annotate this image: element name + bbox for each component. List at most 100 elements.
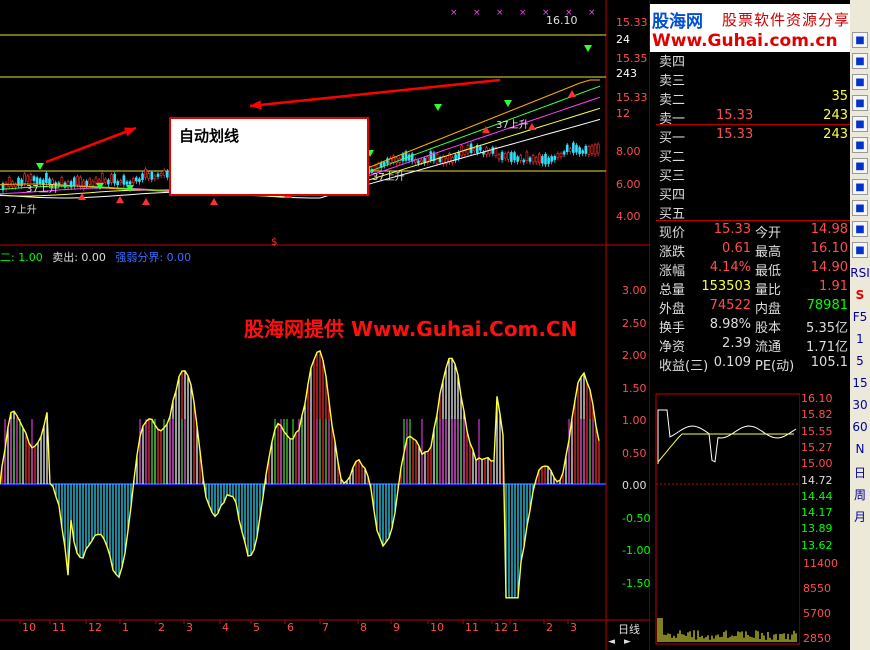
candle-body: [154, 176, 156, 179]
toolbar-button[interactable]: 30: [850, 398, 870, 412]
stat-label: 内盘: [755, 298, 781, 317]
candle-body: [104, 179, 106, 182]
mini-volume-label: 2850: [803, 632, 831, 645]
toolbar-button[interactable]: 月: [850, 508, 870, 525]
crosshair-icon[interactable]: ■: [852, 221, 868, 237]
candle-body: [551, 156, 553, 161]
bar-chart-icon[interactable]: ■: [852, 32, 868, 48]
order-row-sell: 卖二 35: [656, 89, 850, 108]
indicator-tick: 0.50: [622, 447, 647, 460]
book-icon[interactable]: ■: [852, 95, 868, 111]
logo-tagline: 股票软件资源分享: [722, 9, 850, 30]
candle-body: [123, 176, 125, 185]
tab-daily[interactable]: 日线: [618, 621, 640, 637]
mini-price-label: 13.89: [801, 522, 833, 535]
Fiz-icon[interactable]: ■: [852, 158, 868, 174]
month-label: 4: [222, 621, 229, 634]
candle-body: [498, 155, 500, 159]
toolbar-button[interactable]: RSI: [850, 266, 870, 280]
right-toolbar: ■ ■ ■ ■ ■ ■ ■ ■ ■ ■ ■ RSI S F5 1 5 15 30 60 N 日周月: [850, 0, 870, 650]
month-label: 3: [570, 621, 577, 634]
mini-volume-label: 8550: [803, 582, 831, 595]
candle-body: [98, 180, 100, 183]
indicator-tick: 1.50: [622, 382, 647, 395]
quote-stat-row: 涨幅 4.14% 最低 14.90: [656, 260, 850, 279]
toolbar-button[interactable]: 1: [850, 332, 870, 346]
logo-url: Www.Guhai.com.cn: [652, 31, 838, 51]
month-label: 9: [393, 621, 400, 634]
candle-body: [129, 182, 131, 185]
month-label: 7: [322, 621, 329, 634]
candle-body: [39, 179, 41, 184]
month-label: 2: [158, 621, 165, 634]
order-label: 卖三: [659, 70, 685, 89]
chart-area[interactable]: × × × × × × × 37上升 37上升 37上升 37上升 16.10 $ 15.33 24 15.…: [0, 0, 606, 650]
buy-value-label: 二: 1.00: [0, 251, 43, 264]
month-label: 12: [88, 621, 102, 634]
candle-body: [92, 181, 94, 185]
scroll-left-icon[interactable]: ◄: [608, 637, 615, 647]
site-logo: 股海网 股票软件资源分享 Www.Guhai.com.cn: [650, 4, 870, 52]
toolbar-button[interactable]: 日: [850, 464, 870, 481]
top-marker-icon: ×: [473, 8, 481, 18]
price-tick: 15.33: [616, 16, 648, 29]
text-icon[interactable]: ■: [852, 116, 868, 132]
quote-stat-row: 收益(三) 0.109 PE(动) 105.1: [656, 355, 850, 374]
candle-body: [45, 173, 47, 182]
toolbar-button[interactable]: 周: [850, 486, 870, 503]
toolbar-button[interactable]: S: [850, 288, 870, 302]
toolbar-button[interactable]: 60: [850, 420, 870, 434]
stat-value: 78981: [807, 298, 848, 313]
grid-icon[interactable]: ■: [852, 53, 868, 69]
stat-value: 16.10: [811, 241, 848, 256]
wave-icon[interactable]: ■: [852, 242, 868, 258]
candle-body: [473, 149, 475, 151]
price-tick: 243: [616, 67, 637, 80]
candle-body: [529, 158, 531, 162]
trend-label: 37上升: [4, 204, 37, 216]
candle-body: [566, 145, 568, 152]
order-divider: [656, 124, 850, 125]
candle-body: [492, 147, 494, 153]
candle-body: [563, 152, 565, 155]
order-row-buy: 买一 15.33 243: [656, 127, 850, 146]
candle-body: [163, 170, 165, 175]
candle-body: [89, 179, 91, 184]
period-tab-bar: 日线 ◄ ►: [606, 620, 650, 650]
mini-volume-label: 11400: [803, 557, 838, 570]
order-label: 卖四: [659, 51, 685, 70]
month-label: 1: [122, 621, 129, 634]
search-icon[interactable]: ■: [852, 200, 868, 216]
stat-label: 换手: [659, 317, 685, 336]
candle-body: [76, 176, 78, 184]
s-marker-icon: $: [271, 237, 277, 248]
quote-stat-row: 换手 8.98% 股本 5.35亿: [656, 317, 850, 336]
quote-stat-row: 现价 15.33 今开 14.98: [656, 222, 850, 241]
mini-price-label: 15.27: [801, 441, 833, 454]
toolbar-button[interactable]: 15: [850, 376, 870, 390]
candle-body: [86, 181, 88, 186]
candle-body: [114, 174, 116, 183]
callout-text: 自动划线: [179, 125, 239, 146]
candle-body: [166, 171, 168, 177]
candle-body: [417, 161, 419, 164]
watermark-text: 股海网提供 Www.Guhai.Com.CN: [244, 313, 577, 342]
order-volume: 243: [823, 108, 848, 123]
stats-divider: [656, 220, 850, 221]
order-label: 卖二: [659, 89, 685, 108]
intraday-mini-chart[interactable]: [650, 392, 800, 650]
candle-body: [535, 158, 537, 162]
candle-body: [160, 173, 162, 175]
F5-style-icon[interactable]: ■: [852, 137, 868, 153]
toolbar-button[interactable]: 5: [850, 354, 870, 368]
month-label: 1: [512, 621, 519, 634]
toolbar-button[interactable]: N: [850, 442, 870, 456]
price-tick: 24: [616, 33, 630, 46]
quote-stat-row: 涨跌 0.61 最高 16.10: [656, 241, 850, 260]
calendar-icon[interactable]: ■: [852, 179, 868, 195]
toolbar-button[interactable]: F5: [850, 310, 870, 324]
F10-icon[interactable]: ■: [852, 74, 868, 90]
trend-label: 37上升: [372, 171, 405, 183]
stat-label: PE(动): [755, 355, 794, 374]
scroll-right-icon[interactable]: ►: [624, 637, 631, 647]
